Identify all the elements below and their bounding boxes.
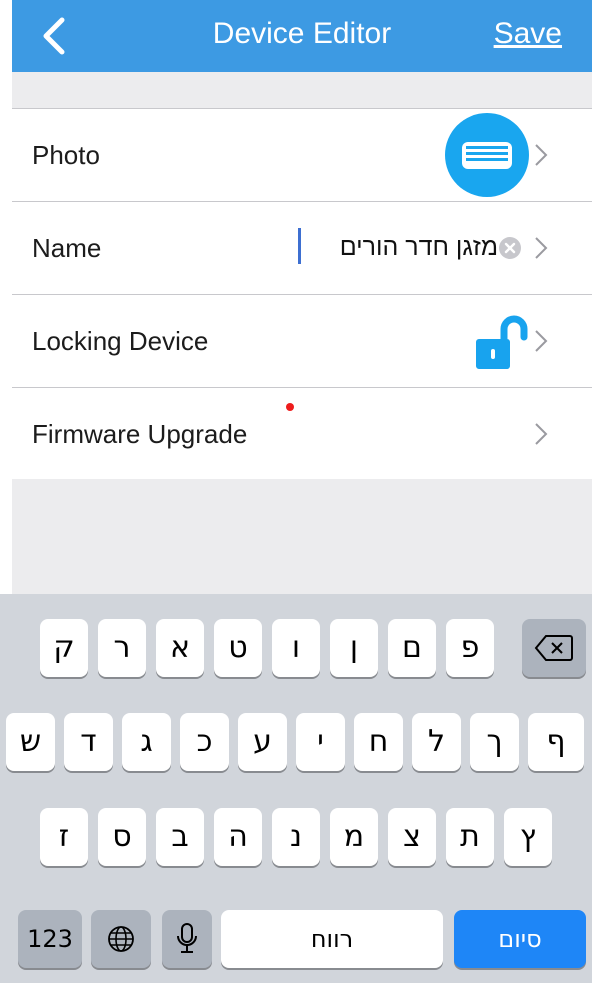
key[interactable]: ג [122,713,171,771]
row-label-photo: Photo [32,140,100,170]
row-name[interactable]: Name מזגן חדר הורים [12,202,592,295]
key[interactable]: פ [446,619,494,677]
backspace-icon [534,635,573,661]
globe-icon [108,926,134,952]
key[interactable]: ך [470,713,519,771]
row-photo[interactable]: Photo [12,109,592,202]
nav-bar: Device Editor Save [12,0,592,72]
space-key[interactable]: רווח [221,910,443,968]
hebrew-keyboard: ק ר א ט ו ן ם פ ש ד ג כ ע י ח ל ך ף ז ס … [0,594,592,983]
chevron-right-icon [535,423,548,445]
key[interactable]: ז [40,808,88,866]
update-indicator-dot [286,403,294,411]
numbers-key[interactable]: 123 [18,910,82,968]
key[interactable]: ת [446,808,494,866]
key[interactable]: ע [238,713,287,771]
key[interactable]: ץ [504,808,552,866]
key[interactable]: ב [156,808,204,866]
key[interactable]: ט [214,619,262,677]
backspace-key[interactable] [522,619,586,677]
dictation-key[interactable] [162,910,212,968]
key[interactable]: מ [330,808,378,866]
empty-area [12,479,592,594]
key[interactable]: ד [64,713,113,771]
device-photo-avatar[interactable] [445,113,529,197]
text-cursor [298,228,301,264]
key[interactable]: ם [388,619,436,677]
chevron-right-icon [535,144,548,166]
key[interactable]: ה [214,808,262,866]
chevron-right-icon [535,330,548,352]
microphone-icon [177,923,197,953]
done-key[interactable]: סיום [454,910,586,968]
save-button[interactable]: Save [494,14,562,54]
air-conditioner-icon [462,142,512,169]
section-spacer [12,72,592,109]
key[interactable]: ח [354,713,403,771]
key[interactable]: א [156,619,204,677]
chevron-right-icon [535,237,548,259]
key[interactable]: ו [272,619,320,677]
unlocked-padlock-icon[interactable] [474,315,534,371]
key[interactable]: כ [180,713,229,771]
row-label-firmware: Firmware Upgrade [32,419,248,449]
key[interactable]: י [296,713,345,771]
row-label-locking: Locking Device [32,326,209,356]
key[interactable]: ל [412,713,461,771]
key[interactable]: נ [272,808,320,866]
key[interactable]: ף [528,713,584,771]
key[interactable]: צ [388,808,436,866]
key[interactable]: ר [98,619,146,677]
key[interactable]: ס [98,808,146,866]
device-name-input[interactable]: מזגן חדר הורים [340,230,498,264]
key[interactable]: ק [40,619,88,677]
row-label-name: Name [32,233,102,263]
key[interactable]: ש [6,713,55,771]
settings-list: Photo Name מזגן חדר הורים Locking Device… [12,109,592,481]
key[interactable]: ן [330,619,378,677]
globe-key[interactable] [91,910,151,968]
clear-x-icon [504,242,516,254]
clear-text-button[interactable] [499,237,521,259]
row-locking-device[interactable]: Locking Device [12,295,592,388]
row-firmware-upgrade[interactable]: Firmware Upgrade [12,388,592,481]
